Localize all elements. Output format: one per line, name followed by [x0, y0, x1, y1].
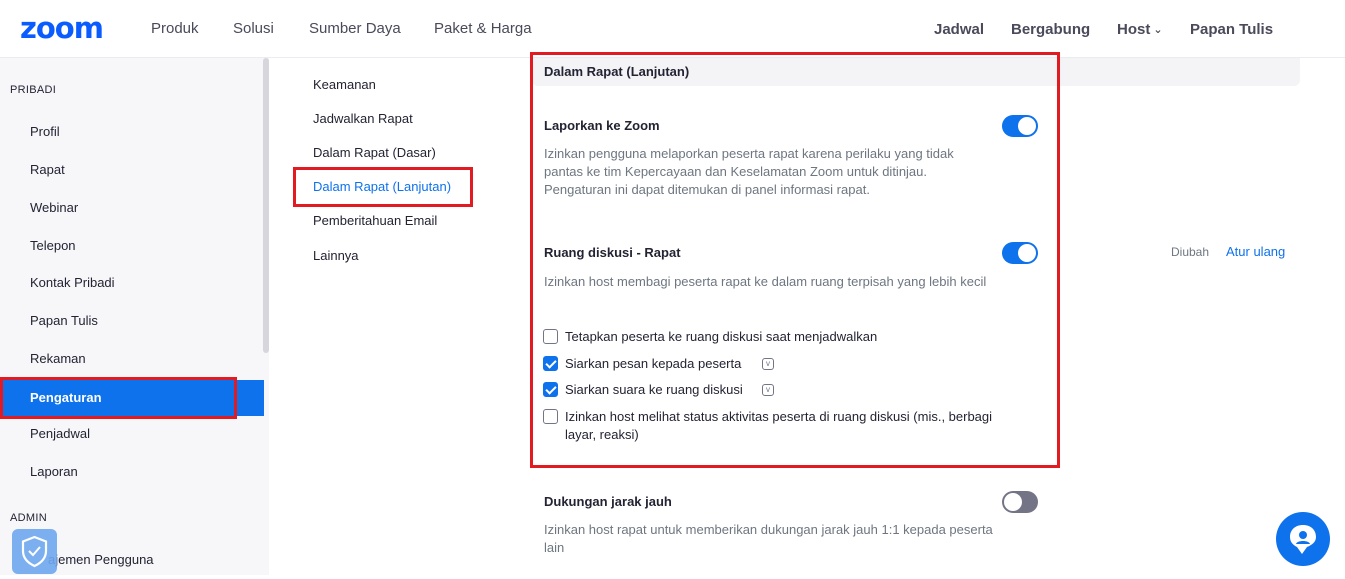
zoom-logo[interactable]: zoom — [20, 13, 104, 43]
nav-schedule[interactable]: Jadwal — [934, 21, 984, 39]
sidebar-item-meetings[interactable]: Rapat — [30, 162, 65, 178]
chat-support-button[interactable] — [1276, 512, 1330, 566]
nav-host[interactable]: Host ⌄ — [1117, 21, 1163, 40]
nav-host-label: Host — [1117, 21, 1151, 38]
highlight-box-menu — [293, 167, 473, 207]
nav-whiteboard[interactable]: Papan Tulis — [1190, 21, 1273, 39]
sidebar-item-reports[interactable]: Laporan — [30, 464, 78, 480]
shield-icon[interactable] — [12, 529, 57, 574]
menu-item-schedule-meeting[interactable]: Jadwalkan Rapat — [313, 111, 413, 127]
setting-remote-support-description: Izinkan host rapat untuk memberikan duku… — [544, 522, 993, 555]
nav-join[interactable]: Bergabung — [1011, 21, 1090, 39]
reset-link[interactable]: Atur ulang — [1226, 244, 1285, 259]
sidebar-item-scheduler[interactable]: Penjadwal — [30, 426, 90, 442]
sidebar-item-webinars[interactable]: Webinar — [30, 200, 78, 216]
toggle-knob — [1004, 493, 1022, 511]
sidebar-scrollbar[interactable] — [263, 58, 269, 353]
nav-link-products[interactable]: Produk — [151, 20, 199, 38]
highlight-box-settings — [0, 377, 237, 419]
sidebar-item-personal-contacts[interactable]: Kontak Pribadi — [30, 275, 115, 291]
sidebar-item-recordings[interactable]: Rekaman — [30, 351, 86, 367]
chat-bubble-icon — [1290, 525, 1316, 554]
highlight-box-content — [530, 52, 1060, 468]
nav-link-solutions[interactable]: Solusi — [233, 20, 274, 38]
sidebar-item-whiteboards[interactable]: Papan Tulis — [30, 313, 98, 329]
sidebar-item-phone[interactable]: Telepon — [30, 238, 76, 254]
sidebar: PRIBADI Profil Rapat Webinar Telepon Kon… — [0, 58, 269, 575]
top-navigation: zoom Produk Solusi Sumber Daya Paket & H… — [0, 0, 1345, 58]
chevron-down-icon: ⌄ — [1153, 24, 1163, 36]
menu-item-email-notification[interactable]: Pemberitahuan Email — [313, 213, 437, 229]
sidebar-item-profile[interactable]: Profil — [30, 124, 60, 140]
setting-remote-support-toggle[interactable] — [1002, 491, 1038, 513]
sidebar-item-user-management[interactable]: ajemen Pengguna — [48, 552, 154, 568]
nav-link-resources[interactable]: Sumber Daya — [309, 20, 401, 38]
sidebar-section-admin: ADMIN — [10, 512, 47, 524]
menu-item-in-meeting-basic[interactable]: Dalam Rapat (Dasar) — [313, 145, 436, 161]
modified-label: Diubah — [1171, 245, 1210, 259]
sidebar-section-personal: PRIBADI — [10, 84, 57, 96]
menu-item-other[interactable]: Lainnya — [313, 248, 359, 264]
setting-remote-support-title: Dukungan jarak jauh — [544, 494, 672, 509]
menu-item-security[interactable]: Keamanan — [313, 77, 376, 93]
nav-link-pricing[interactable]: Paket & Harga — [434, 20, 532, 38]
